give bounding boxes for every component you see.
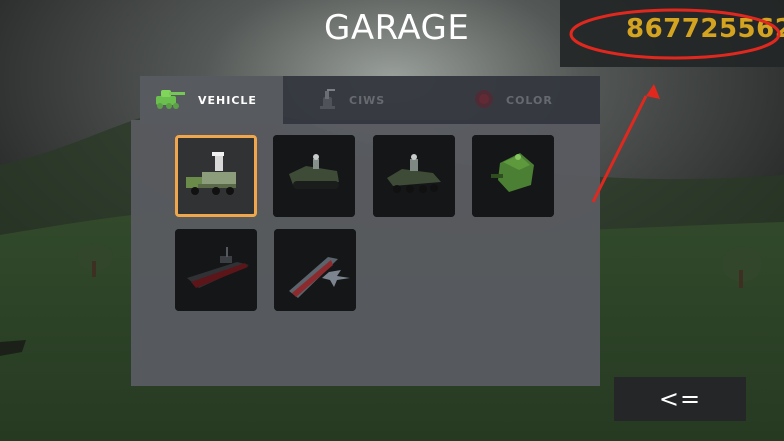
destroyer-ship-icon	[175, 229, 257, 311]
vehicle-slot-green-tank-turret[interactable]	[472, 135, 554, 217]
vehicle-slot-air-defense-truck[interactable]	[175, 135, 257, 217]
vehicle-slot-aircraft-carrier[interactable]	[274, 229, 356, 311]
page-title: GARAGE	[324, 8, 470, 48]
tab-ciws[interactable]: CIWS	[305, 76, 440, 124]
vehicle-slot-wheeled-apc[interactable]	[373, 135, 455, 217]
tab-vehicle-label: VEHICLE	[198, 93, 257, 107]
vehicle-slot-destroyer-ship[interactable]	[175, 229, 257, 311]
tracked-apc-icon	[273, 135, 355, 217]
tab-color[interactable]: COLOR	[460, 76, 580, 124]
aircraft-carrier-icon	[274, 229, 356, 311]
back-button[interactable]: <=	[614, 377, 746, 421]
ciws-turret-icon	[317, 87, 339, 114]
currency-value: 867725562	[626, 14, 784, 44]
tab-vehicle[interactable]: VEHICLE	[140, 76, 283, 124]
wheeled-apc-icon	[373, 135, 455, 217]
color-swatch-icon	[472, 87, 496, 114]
tab-color-label: COLOR	[506, 93, 553, 107]
air-defense-truck-icon	[178, 138, 254, 214]
green-vehicle-icon	[152, 87, 188, 114]
green-tank-turret-icon	[472, 135, 554, 217]
vehicle-slot-tracked-apc[interactable]	[273, 135, 355, 217]
tab-ciws-label: CIWS	[349, 93, 386, 107]
